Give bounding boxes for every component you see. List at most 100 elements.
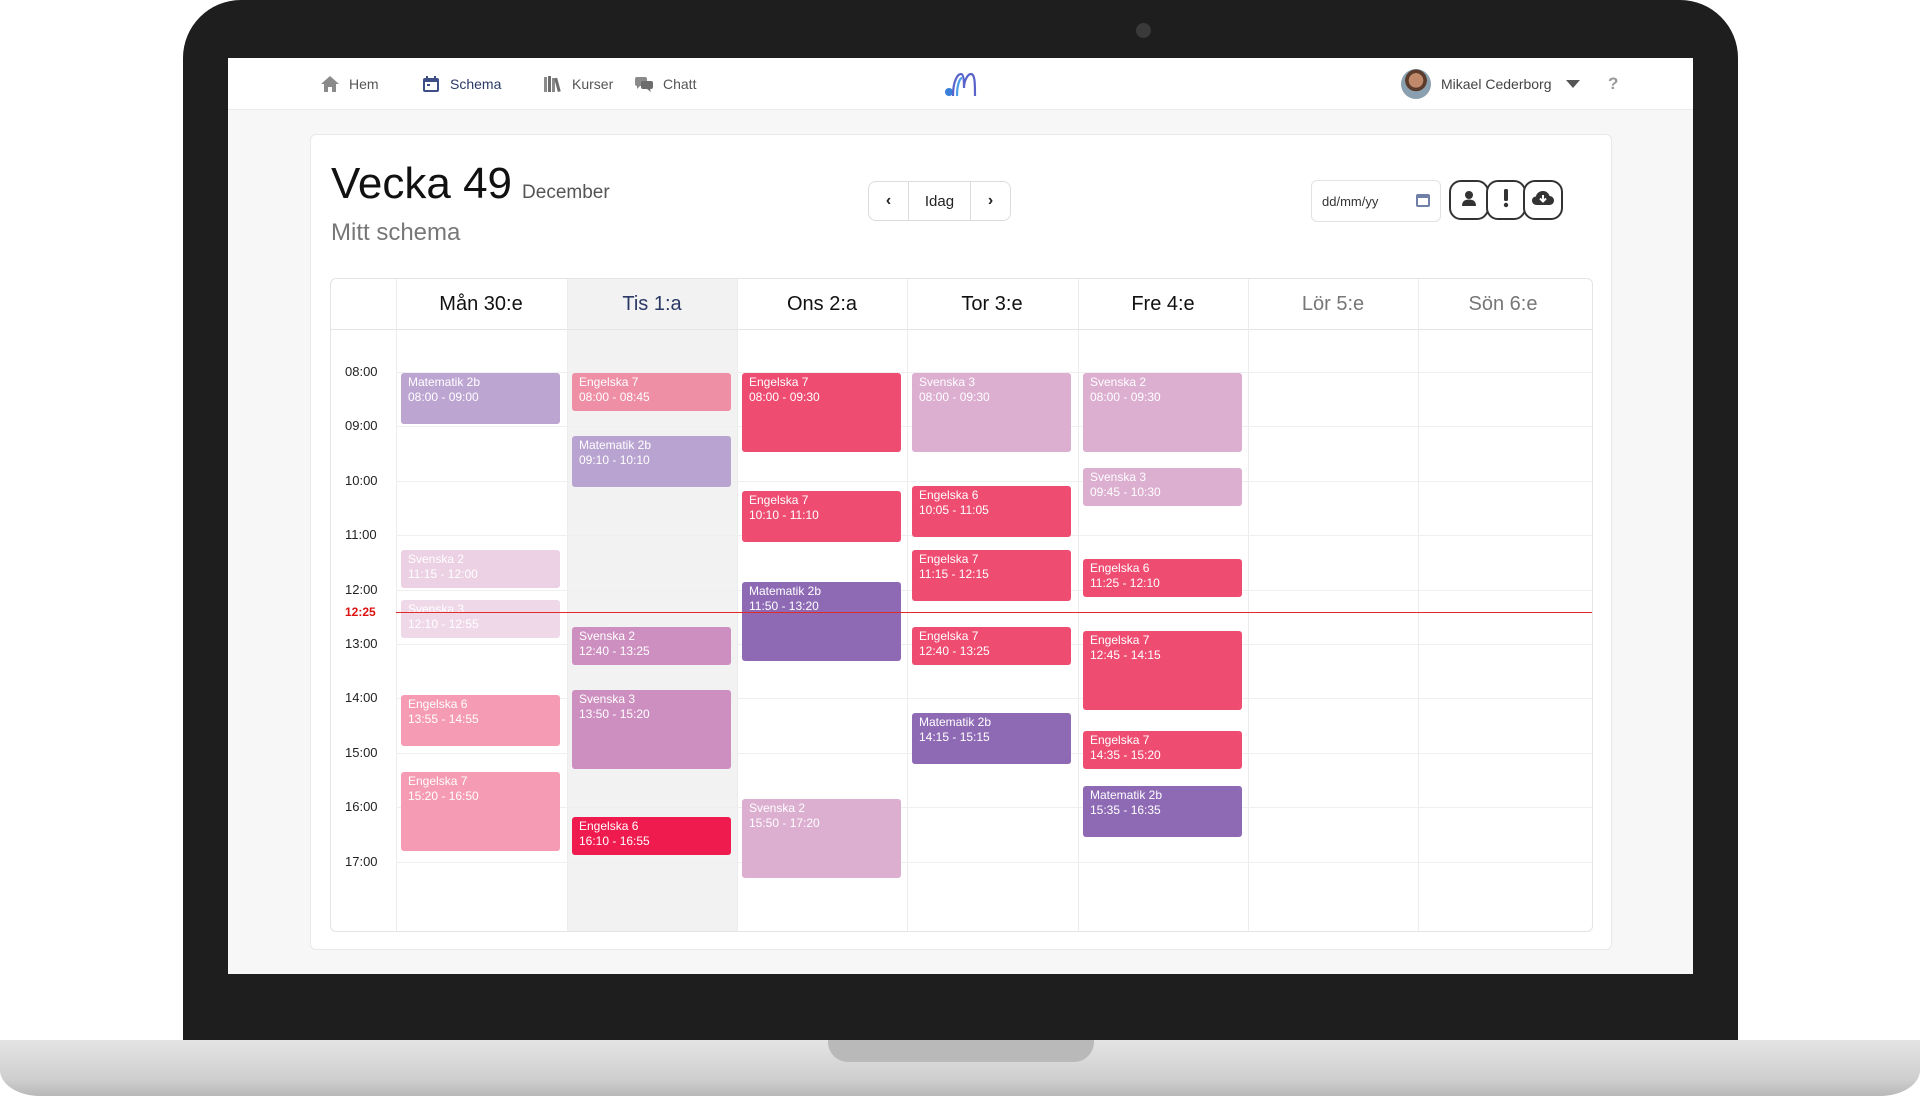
day-header[interactable]: Lör 5:e <box>1248 279 1418 329</box>
event-time: 13:50 - 15:20 <box>579 707 650 721</box>
event-time: 10:10 - 11:10 <box>749 508 819 522</box>
hour-gridline <box>396 862 1592 863</box>
person-filter-button[interactable] <box>1449 180 1489 220</box>
calendar-event[interactable]: Svenska 2 08:00 - 09:30 <box>1083 373 1242 452</box>
event-time: 11:15 - 12:15 <box>919 567 989 581</box>
nav-label: Hem <box>349 76 379 92</box>
event-title: Engelska 7 <box>408 774 468 788</box>
calendar-event[interactable]: Engelska 7 12:40 - 13:25 <box>912 627 1071 665</box>
column-divider <box>737 279 738 931</box>
calendar-event[interactable]: Matematik 2b 14:15 - 15:15 <box>912 713 1071 764</box>
column-divider <box>1248 279 1249 931</box>
event-title: Engelska 7 <box>919 629 979 643</box>
calendar-icon[interactable] <box>1416 194 1430 207</box>
user-menu[interactable]: Mikael Cederborg <box>1401 58 1580 110</box>
event-time: 12:40 - 13:25 <box>919 644 990 658</box>
column-divider <box>396 279 397 931</box>
event-time: 16:10 - 16:55 <box>579 834 650 848</box>
event-time: 14:35 - 15:20 <box>1090 748 1161 762</box>
event-time: 09:10 - 10:10 <box>579 453 650 467</box>
column-divider <box>1078 279 1079 931</box>
nav-label: Schema <box>450 76 502 92</box>
nav-item-kurser[interactable]: Kurser <box>543 58 613 110</box>
help-button[interactable]: ? <box>1608 58 1618 110</box>
event-time: 10:05 - 11:05 <box>919 503 989 517</box>
calendar-event[interactable]: Svenska 3 12:10 - 12:55 <box>401 600 560 638</box>
calendar-event[interactable]: Svenska 2 12:40 - 13:25 <box>572 627 731 665</box>
calendar-event[interactable]: Svenska 2 11:15 - 12:00 <box>401 550 560 588</box>
event-title: Matematik 2b <box>749 584 822 598</box>
hour-label: 11:00 <box>345 527 377 542</box>
calendar-event[interactable]: Matematik 2b 15:35 - 16:35 <box>1083 786 1242 837</box>
event-time: 11:15 - 12:00 <box>408 567 478 581</box>
current-time-line <box>396 612 1592 613</box>
calendar-event[interactable]: Matematik 2b 08:00 - 09:00 <box>401 373 560 424</box>
calendar-event[interactable]: Engelska 6 13:55 - 14:55 <box>401 695 560 746</box>
hour-label: 17:00 <box>345 854 378 869</box>
nav-item-chatt[interactable]: Chatt <box>634 58 696 110</box>
column-divider <box>567 279 568 931</box>
page-subtitle: Mitt schema <box>331 219 461 246</box>
day-header[interactable]: Fre 4:e <box>1078 279 1248 329</box>
event-time: 08:00 - 08:45 <box>579 390 650 404</box>
hour-label: 15:00 <box>345 745 378 760</box>
day-header[interactable]: Ons 2:a <box>737 279 907 329</box>
calendar-event[interactable]: Svenska 3 13:50 - 15:20 <box>572 690 731 769</box>
today-button[interactable]: Idag <box>908 182 971 220</box>
nav-label: Kurser <box>572 76 614 92</box>
day-header[interactable]: Tis 1:a <box>567 279 737 329</box>
calendar-event[interactable]: Matematik 2b 11:50 - 13:20 <box>742 582 901 661</box>
laptop-notch <box>828 1040 1094 1062</box>
calendar-event[interactable]: Engelska 6 11:25 - 12:10 <box>1083 559 1242 597</box>
nav-item-hem[interactable]: Hem <box>320 58 379 110</box>
day-header[interactable]: Tor 3:e <box>907 279 1077 329</box>
nav-item-schema[interactable]: Schema <box>421 58 501 110</box>
date-picker-input[interactable]: dd/mm/yy <box>1311 180 1441 222</box>
chat-icon <box>634 75 654 93</box>
home-icon <box>320 75 340 93</box>
alert-button[interactable] <box>1486 180 1526 220</box>
next-week-button[interactable]: › <box>971 182 1010 220</box>
calendar-event[interactable]: Matematik 2b 09:10 - 10:10 <box>572 436 731 487</box>
event-time: 12:45 - 14:15 <box>1090 648 1161 662</box>
event-time: 12:10 - 12:55 <box>408 617 479 631</box>
calendar-event[interactable]: Engelska 7 08:00 - 08:45 <box>572 373 731 411</box>
week-number: Vecka 49 <box>331 159 513 208</box>
event-title: Svenska 2 <box>579 629 636 643</box>
calendar-event[interactable]: Engelska 7 10:10 - 11:10 <box>742 491 901 542</box>
app-logo-icon[interactable] <box>944 70 978 98</box>
event-time: 08:00 - 09:30 <box>919 390 990 404</box>
person-icon <box>1460 189 1478 212</box>
calendar-event[interactable]: Svenska 2 15:50 - 17:20 <box>742 799 901 878</box>
calendar-event[interactable]: Engelska 7 08:00 - 09:30 <box>742 373 901 452</box>
calendar-event[interactable]: Engelska 7 12:45 - 14:15 <box>1083 631 1242 710</box>
event-time: 09:45 - 10:30 <box>1090 485 1161 499</box>
hour-label: 16:00 <box>345 799 378 814</box>
event-time: 08:00 - 09:30 <box>1090 390 1161 404</box>
day-header[interactable]: Sön 6:e <box>1418 279 1588 329</box>
month-label: December <box>522 182 610 203</box>
hour-label: 09:00 <box>345 418 378 433</box>
cloud-download-icon <box>1531 189 1555 212</box>
day-header[interactable]: Mån 30:e <box>396 279 566 329</box>
event-title: Svenska 2 <box>408 552 465 566</box>
calendar-event[interactable]: Svenska 3 09:45 - 10:30 <box>1083 468 1242 506</box>
calendar-event[interactable]: Engelska 6 16:10 - 16:55 <box>572 817 731 855</box>
schedule-card: Vecka 49 December Mitt schema ‹ Idag › d… <box>310 134 1612 950</box>
event-time: 15:50 - 17:20 <box>749 816 820 830</box>
calendar-event[interactable]: Engelska 7 11:15 - 12:15 <box>912 550 1071 601</box>
event-time: 11:25 - 12:10 <box>1090 576 1160 590</box>
event-title: Engelska 6 <box>1090 561 1150 575</box>
prev-week-button[interactable]: ‹ <box>869 182 908 220</box>
calendar-event[interactable]: Engelska 7 15:20 - 16:50 <box>401 772 560 851</box>
nav-label: Chatt <box>663 76 697 92</box>
date-placeholder: dd/mm/yy <box>1322 193 1379 209</box>
event-title: Engelska 6 <box>408 697 468 711</box>
event-time: 13:55 - 14:55 <box>408 712 479 726</box>
calendar-event[interactable]: Svenska 3 08:00 - 09:30 <box>912 373 1071 452</box>
calendar-event[interactable]: Engelska 7 14:35 - 15:20 <box>1083 731 1242 769</box>
event-title: Engelska 7 <box>1090 633 1150 647</box>
calendar-event[interactable]: Engelska 6 10:05 - 11:05 <box>912 486 1071 537</box>
event-time: 15:20 - 16:50 <box>408 789 479 803</box>
download-button[interactable] <box>1523 180 1563 220</box>
